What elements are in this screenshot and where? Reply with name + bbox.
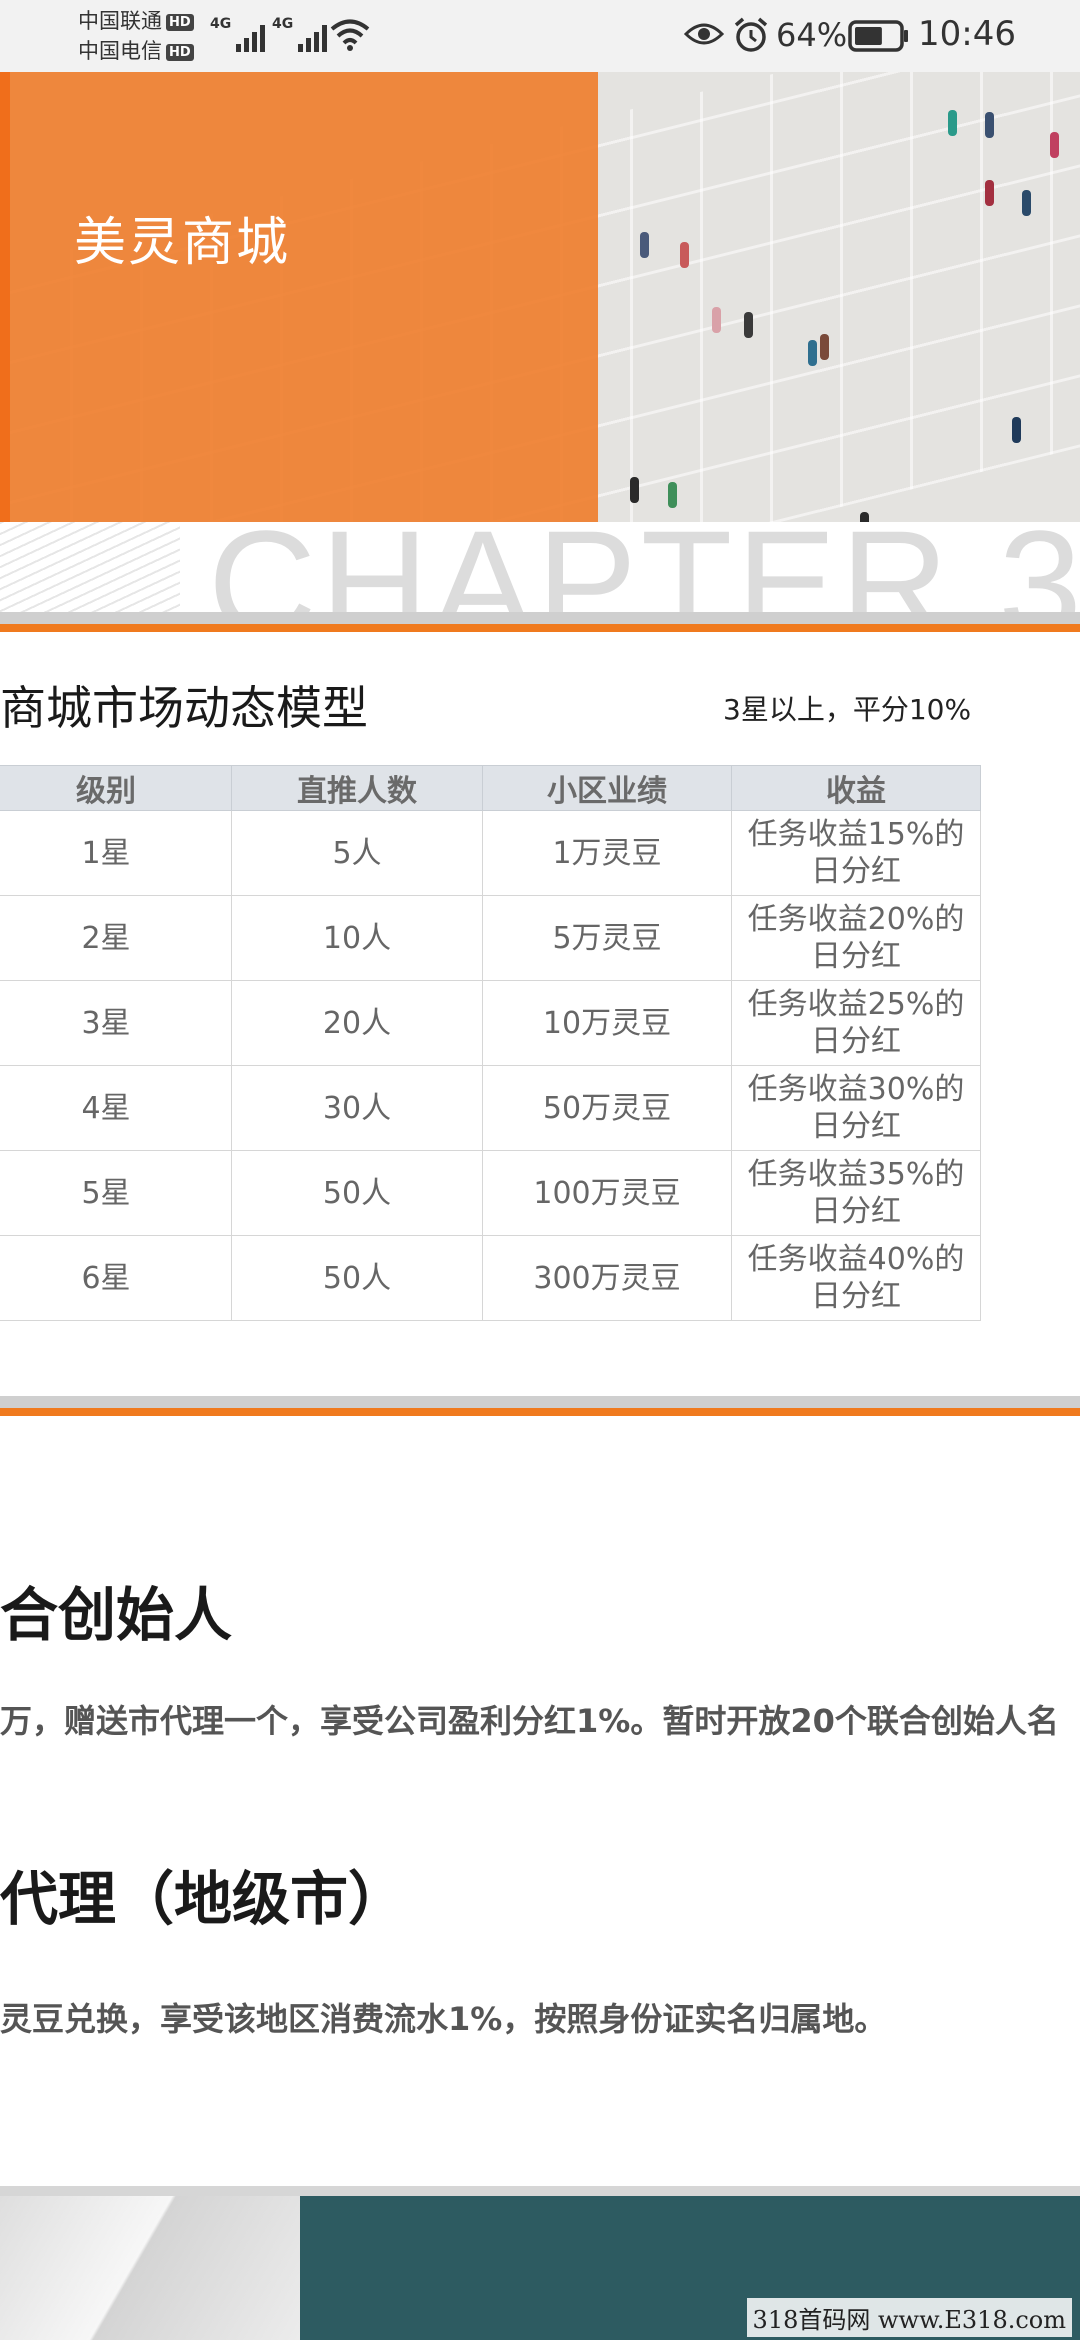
hero-title: 美灵商城 (74, 213, 291, 273)
alarm-icon (734, 17, 768, 52)
cell-direct: 20人 (231, 980, 483, 1066)
cell-level: 3星 (0, 980, 232, 1066)
cell-direct: 50人 (231, 1150, 483, 1236)
signal-icon-1: 4G (210, 16, 266, 52)
divider-grey-bottom (0, 2186, 1080, 2196)
chapter-label: CHAPTER 3 (208, 522, 1080, 612)
cell-performance: 100万灵豆 (482, 1150, 732, 1236)
wifi-icon (330, 19, 370, 51)
divider-orange-mid (0, 1408, 1080, 1416)
cell-income: 任务收益25%的 日分红 (731, 980, 981, 1066)
header-performance: 小区业绩 (482, 765, 732, 811)
battery-percent: 64% (776, 16, 848, 54)
chapter-band: CHAPTER 3 (0, 522, 1080, 612)
cell-income: 任务收益30%的 日分红 (731, 1065, 981, 1151)
signal-icon-2: 4G (272, 16, 328, 52)
table-header-row: 级别 直推人数 小区业绩 收益 (0, 765, 981, 811)
cell-direct: 30人 (231, 1065, 483, 1151)
divider-grey-mid (0, 1396, 1080, 1408)
watermark: 318首码网 www.E318.com (746, 2298, 1072, 2337)
eye-icon (684, 23, 724, 45)
cell-income: 任务收益15%的 日分红 (731, 810, 981, 896)
divider-orange-top (0, 624, 1080, 632)
cell-level: 6星 (0, 1235, 232, 1321)
cell-direct: 10人 (231, 895, 483, 981)
table-row: 4星 30人 50万灵豆 任务收益30%的 日分红 (0, 1065, 981, 1151)
header-level: 级别 (0, 765, 232, 811)
cell-level: 5星 (0, 1150, 232, 1236)
cell-level: 4星 (0, 1065, 232, 1151)
table-row: 2星 10人 5万灵豆 任务收益20%的 日分红 (0, 895, 981, 981)
next-slide-photo (0, 2196, 300, 2340)
status-bar: 中国联通 HD 中国电信 HD 4G 4G 64% 10:46 (0, 0, 1080, 72)
role-desc-cofounder: 万，赠送市代理一个，享受公司盈利分红1%。暂时开放20个联合创始人名 (0, 1702, 1059, 1740)
cell-income: 任务收益20%的 日分红 (731, 895, 981, 981)
hero-banner: 美灵商城 (0, 72, 1080, 522)
clock: 10:46 (918, 14, 1016, 54)
table-row: 5星 50人 100万灵豆 任务收益35%的 日分红 (0, 1150, 981, 1236)
cell-performance: 5万灵豆 (482, 895, 732, 981)
table-row: 3星 20人 10万灵豆 任务收益25%的 日分红 (0, 980, 981, 1066)
cell-performance: 50万灵豆 (482, 1065, 732, 1151)
cell-performance: 1万灵豆 (482, 810, 732, 896)
model-note: 3星以上，平分10% (723, 693, 972, 726)
role-title-city-agent: 代理（地级市） (0, 1865, 407, 1933)
model-table: 级别 直推人数 小区业绩 收益 1星 5人 1万灵豆 任务收益15%的 日分红 2… (0, 765, 981, 1321)
cell-direct: 50人 (231, 1235, 483, 1321)
cell-level: 1星 (0, 810, 232, 896)
hd-badge-1: HD (166, 14, 194, 31)
header-income: 收益 (731, 765, 981, 811)
hd-badge-2: HD (166, 44, 194, 61)
role-desc-city-agent: 灵豆兑换，享受该地区消费流水1%，按照身份证实名归属地。 (0, 2000, 887, 2038)
model-title: 商城市场动态模型 (0, 681, 368, 735)
cell-income: 任务收益35%的 日分红 (731, 1150, 981, 1236)
table-row: 1星 5人 1万灵豆 任务收益15%的 日分红 (0, 810, 981, 896)
role-title-cofounder: 合创始人 (0, 1581, 233, 1649)
divider-grey-top (0, 612, 1080, 624)
cell-level: 2星 (0, 895, 232, 981)
battery-icon (848, 20, 908, 52)
cell-income: 任务收益40%的 日分红 (731, 1235, 981, 1321)
cell-performance: 300万灵豆 (482, 1235, 732, 1321)
cell-performance: 10万灵豆 (482, 980, 732, 1066)
header-direct: 直推人数 (231, 765, 483, 811)
cell-direct: 5人 (231, 810, 483, 896)
hero-orange-overlay (0, 72, 598, 522)
table-row: 6星 50人 300万灵豆 任务收益40%的 日分红 (0, 1235, 981, 1321)
chapter-decor-lines (0, 522, 180, 612)
